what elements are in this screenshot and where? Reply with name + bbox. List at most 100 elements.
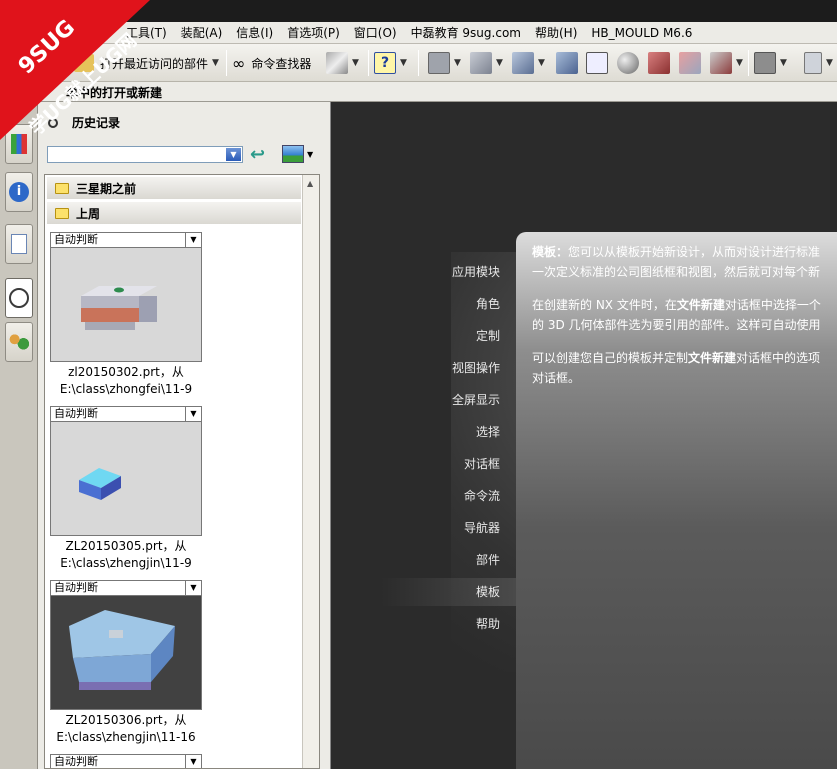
- menu-9sug[interactable]: 中磊教育 9sug.com: [411, 24, 521, 41]
- main-toolbar: 打开最近访问的部件 ▼ ∞ 命令查找器 ▼ ? ▼ ▼ ▼ ▼ ▼ ▼ ▼: [0, 44, 837, 82]
- clip-plane-icon: [804, 52, 822, 74]
- resource-tab-info[interactable]: i: [5, 172, 33, 212]
- chevron-down-icon[interactable]: ▼: [226, 148, 241, 161]
- chevron-down-icon: ▼: [400, 58, 407, 68]
- assistant-button[interactable]: ▼: [326, 51, 359, 75]
- nav-selection[interactable]: 选择: [476, 423, 500, 440]
- group-three-weeks-ago[interactable]: 三星期之前: [47, 177, 301, 199]
- clip-button[interactable]: ▼: [804, 51, 833, 75]
- nav-customize[interactable]: 定制: [476, 327, 500, 344]
- wireframe-button[interactable]: [586, 51, 608, 75]
- select-value: 自动判断: [54, 581, 98, 594]
- block-part-image: [79, 468, 121, 500]
- nav-parts[interactable]: 部件: [476, 551, 500, 568]
- studio-button[interactable]: [617, 51, 639, 75]
- recent-parts-button[interactable]: 打开最近访问的部件 ▼: [74, 51, 219, 75]
- nav-command-flow[interactable]: 命令流: [464, 487, 500, 504]
- face-analysis-button[interactable]: [648, 51, 670, 75]
- toolbar-separator: [368, 50, 369, 76]
- load-option-select[interactable]: 自动判断 ▼: [50, 232, 202, 248]
- nav-dialogs[interactable]: 对话框: [464, 455, 500, 472]
- resource-tab-web[interactable]: [5, 224, 33, 264]
- chevron-down-icon[interactable]: ▼: [185, 581, 201, 595]
- background-button[interactable]: ▼: [754, 51, 787, 75]
- background-icon: [754, 52, 776, 74]
- window-title-strip: [0, 0, 837, 22]
- binoculars-icon: ∞: [232, 53, 246, 73]
- view-orient-button[interactable]: ▼: [428, 51, 461, 75]
- part-thumbnail[interactable]: [50, 248, 202, 362]
- text-line: 可以创建您自己的模板并定制: [532, 351, 689, 365]
- text-line: 对话框中的选项: [736, 351, 821, 365]
- resource-tab-roles[interactable]: [5, 124, 33, 164]
- globe-page-icon: [11, 234, 27, 254]
- select-value: 自动判断: [54, 407, 98, 420]
- text-line: 的 3D 几何体部件选为要引用的部件。这样可自动使用: [532, 318, 821, 332]
- nav-view-operations[interactable]: 视图操作: [452, 359, 500, 376]
- menu-help[interactable]: 帮助(H): [535, 24, 577, 41]
- part-name: zl20150302.prt，从: [68, 365, 184, 379]
- toolbar-separator: [748, 50, 749, 76]
- render-style-button[interactable]: ▼: [512, 51, 545, 75]
- checker-cube-icon: [679, 52, 701, 74]
- menu-assembly[interactable]: 装配(A): [181, 24, 223, 41]
- resource-tab-users[interactable]: [5, 322, 33, 362]
- menu-hb-mould[interactable]: HB_MOULD M6.6: [591, 26, 692, 40]
- nav-templates[interactable]: 模板: [476, 583, 500, 600]
- wireframe-cube-icon: [586, 52, 608, 74]
- chevron-down-icon[interactable]: ▼: [185, 755, 201, 768]
- load-option-select[interactable]: 自动判断 ▼: [50, 580, 202, 596]
- resource-tab-history[interactable]: [5, 278, 33, 318]
- load-option-select[interactable]: 自动判断 ▼: [50, 406, 202, 422]
- nav-full-screen[interactable]: 全屏显示: [452, 391, 500, 408]
- history-item[interactable]: 自动判断 ▼ zl20150302.prt，从 E:\class\zhongfe…: [50, 232, 202, 398]
- partial-shade-button[interactable]: [679, 51, 701, 75]
- part-path: E:\class\zhongfei\11-9: [59, 382, 193, 396]
- menu-preferences[interactable]: 首选项(P): [287, 24, 340, 41]
- history-item[interactable]: 自动判断 ▼ ZL20150305.prt，从 E:\class\zhengji…: [50, 406, 202, 572]
- load-option-select[interactable]: 自动判断 ▼: [50, 754, 202, 768]
- nav-navigators[interactable]: 导航器: [464, 519, 500, 536]
- history-item[interactable]: 自动判断 ▼ ZL20150306.prt，从 E:\class\zhengji…: [50, 580, 202, 746]
- text-line: 对话框中选择一个: [724, 298, 821, 312]
- nav-applications[interactable]: 应用模块: [452, 263, 500, 280]
- nav-roles[interactable]: 角色: [476, 295, 500, 312]
- chevron-down-icon[interactable]: ▼: [185, 233, 201, 247]
- template-label: 模板：: [532, 245, 569, 259]
- shaded-button[interactable]: [556, 51, 578, 75]
- select-value: 自动判断: [54, 755, 98, 768]
- nav-help[interactable]: 帮助: [476, 615, 500, 632]
- info-icon: i: [9, 182, 29, 202]
- section-view-button[interactable]: ▼: [470, 51, 503, 75]
- chevron-down-icon: ▼: [454, 58, 461, 68]
- toolbar-separator: [226, 50, 227, 76]
- back-arrow-icon[interactable]: ↩: [250, 144, 272, 165]
- toolbar-separator: [418, 50, 419, 76]
- chevron-down-icon[interactable]: ▼: [185, 407, 201, 421]
- history-filter-combo[interactable]: ▼: [47, 146, 243, 163]
- part-thumbnail[interactable]: [50, 596, 202, 710]
- file-new-label: 文件新建: [676, 298, 725, 312]
- open-folder-icon: [74, 54, 94, 72]
- part-thumbnail[interactable]: [50, 422, 202, 536]
- command-finder-button[interactable]: ∞ 命令查找器: [232, 51, 311, 75]
- menu-tools[interactable]: 工具(T): [126, 24, 167, 41]
- part-name: ZL20150306.prt，从: [65, 713, 187, 727]
- paragraph-3: 可以创建您自己的模板并定制文件新建对话框中的选项 对话框。: [532, 348, 837, 388]
- image-view-icon[interactable]: ▼: [282, 144, 318, 164]
- chevron-down-icon: ▼: [826, 58, 833, 68]
- select-value: 自动判断: [54, 233, 98, 246]
- history-item[interactable]: 自动判断 ▼: [50, 754, 202, 768]
- red-cube-icon: [648, 52, 670, 74]
- pin-icon[interactable]: [48, 117, 58, 128]
- edges-button[interactable]: ▼: [710, 51, 743, 75]
- vertical-scrollbar[interactable]: ▲: [302, 175, 319, 768]
- help-button[interactable]: ? ▼: [374, 51, 407, 75]
- menu-info[interactable]: 信息(I): [236, 24, 273, 41]
- group-last-week[interactable]: 上周: [47, 202, 301, 224]
- menu-window[interactable]: 窗口(O): [354, 24, 397, 41]
- text-line: 对话框。: [532, 371, 581, 385]
- scroll-up-icon[interactable]: ▲: [307, 179, 313, 188]
- sphere-icon: [617, 52, 639, 74]
- part-path: E:\class\zhengjin\11-16: [56, 730, 196, 744]
